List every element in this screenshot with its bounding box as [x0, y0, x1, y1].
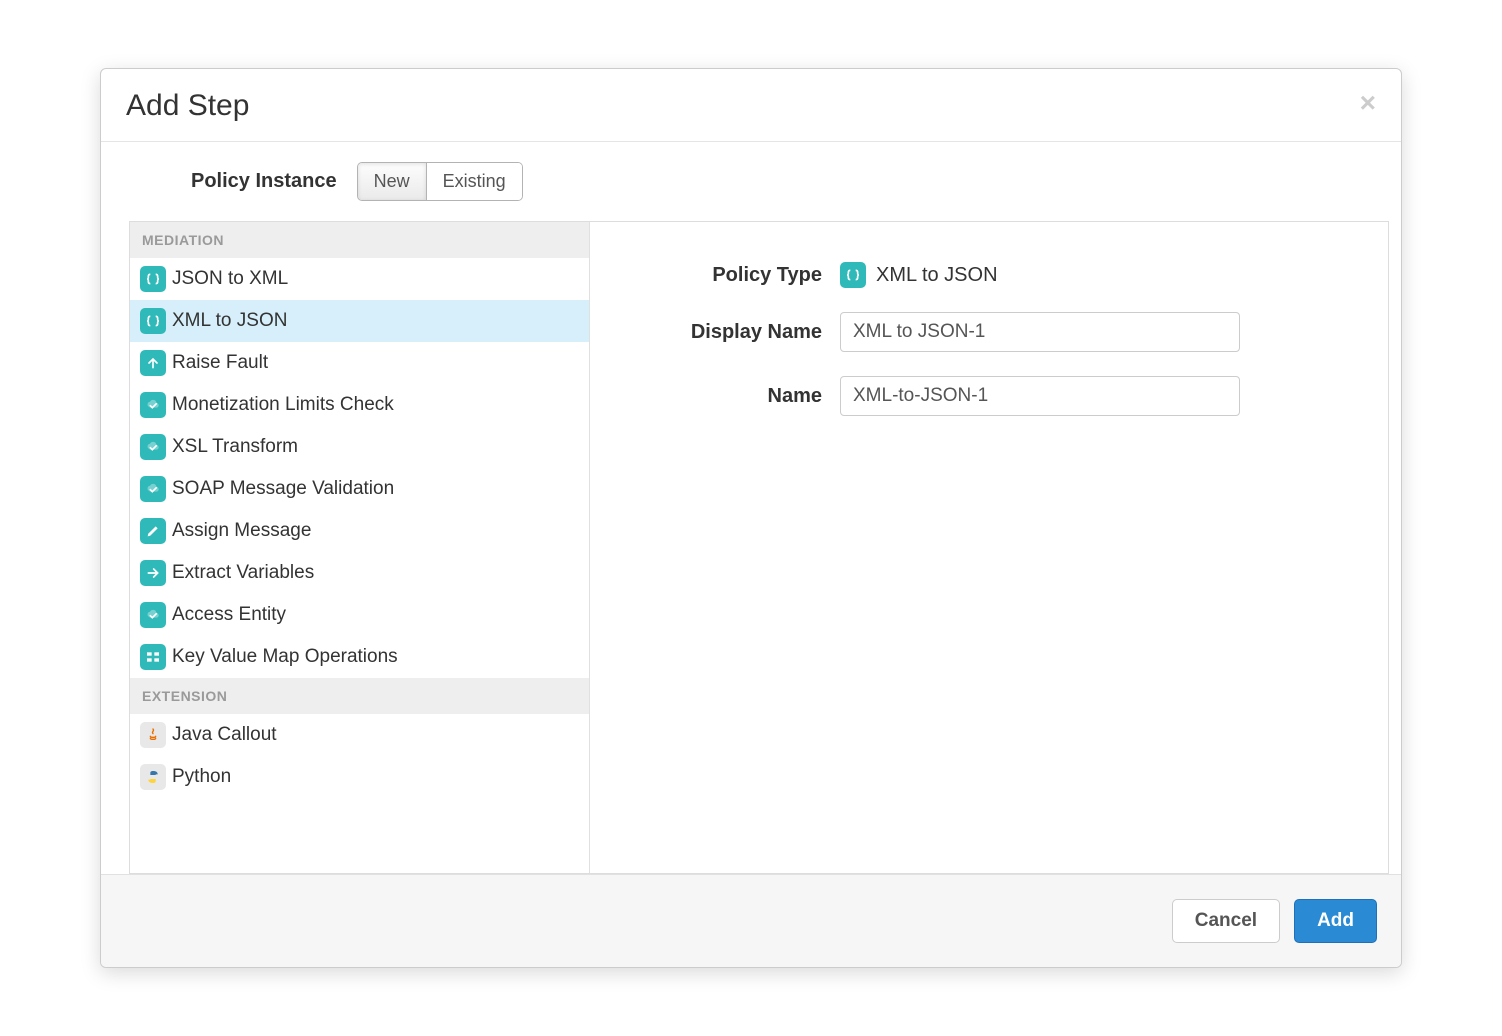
- policy-instance-label: Policy Instance: [191, 170, 337, 193]
- policy-category-header: EXTENSION: [130, 678, 589, 714]
- policy-item[interactable]: XML to JSON: [130, 300, 589, 342]
- policy-item-label: Raise Fault: [172, 352, 268, 374]
- dialog-footer: Cancel Add: [101, 874, 1401, 967]
- policy-item[interactable]: Raise Fault: [130, 342, 589, 384]
- check-cloud-icon: [140, 434, 166, 460]
- policy-item-label: Extract Variables: [172, 562, 314, 584]
- arrow-up-icon: [140, 350, 166, 376]
- add-step-dialog: Add Step × Policy Instance NewExisting M…: [100, 68, 1402, 968]
- policy-item[interactable]: JSON to XML: [130, 258, 589, 300]
- check-cloud-icon: [140, 476, 166, 502]
- dialog-title: Add Step: [126, 89, 249, 123]
- close-icon[interactable]: ×: [1360, 89, 1376, 117]
- policy-instance-toolbar: Policy Instance NewExisting: [101, 142, 1401, 221]
- dialog-body: Policy Instance NewExisting MEDIATION JSO…: [101, 142, 1401, 874]
- code-braces-icon: [840, 262, 866, 288]
- policy-item[interactable]: Assign Message: [130, 510, 589, 552]
- policy-item-label: JSON to XML: [172, 268, 288, 290]
- policy-detail-pane: Policy Type XML to JSON: [590, 222, 1388, 873]
- check-cloud-icon: [140, 392, 166, 418]
- arrow-right-icon: [140, 560, 166, 586]
- name-input[interactable]: [840, 376, 1240, 416]
- policy-item-label: Java Callout: [172, 724, 277, 746]
- policy-type-text: XML to JSON: [876, 264, 998, 287]
- code-braces-icon: [140, 266, 166, 292]
- policy-instance-seg-existing[interactable]: Existing: [427, 163, 522, 200]
- policy-item[interactable]: Key Value Map Operations: [130, 636, 589, 678]
- policy-item-label: Key Value Map Operations: [172, 646, 398, 668]
- policy-item[interactable]: Java Callout: [130, 714, 589, 756]
- policy-instance-toggle: NewExisting: [357, 162, 523, 201]
- policy-item-label: Monetization Limits Check: [172, 394, 394, 416]
- policy-item-label: Assign Message: [172, 520, 311, 542]
- policy-list[interactable]: MEDIATION JSON to XML XML to JSON Raise Fau…: [130, 222, 590, 873]
- kv-map-icon: [140, 644, 166, 670]
- policy-item-label: Python: [172, 766, 231, 788]
- policy-item[interactable]: Access Entity: [130, 594, 589, 636]
- policy-category-header: MEDIATION: [130, 222, 589, 258]
- policy-item[interactable]: XSL Transform: [130, 426, 589, 468]
- policy-type-value: XML to JSON: [840, 262, 998, 288]
- policy-item-label: SOAP Message Validation: [172, 478, 394, 500]
- java-icon: [140, 722, 166, 748]
- dialog-header: Add Step ×: [101, 69, 1401, 142]
- policy-item[interactable]: Python: [130, 756, 589, 798]
- code-braces-icon: [140, 308, 166, 334]
- policy-item[interactable]: Monetization Limits Check: [130, 384, 589, 426]
- policy-instance-seg-new[interactable]: New: [358, 163, 427, 200]
- policy-item-label: XSL Transform: [172, 436, 298, 458]
- policy-item[interactable]: SOAP Message Validation: [130, 468, 589, 510]
- display-name-input[interactable]: [840, 312, 1240, 352]
- policy-item[interactable]: Extract Variables: [130, 552, 589, 594]
- add-button[interactable]: Add: [1294, 899, 1377, 943]
- pencil-icon: [140, 518, 166, 544]
- display-name-label: Display Name: [650, 321, 840, 344]
- policy-item-label: XML to JSON: [172, 310, 287, 332]
- cancel-button[interactable]: Cancel: [1172, 899, 1280, 943]
- check-cloud-icon: [140, 602, 166, 628]
- python-icon: [140, 764, 166, 790]
- policy-type-label: Policy Type: [650, 264, 840, 287]
- content-split: MEDIATION JSON to XML XML to JSON Raise Fau…: [129, 221, 1389, 874]
- policy-item-label: Access Entity: [172, 604, 286, 626]
- name-label: Name: [650, 385, 840, 408]
